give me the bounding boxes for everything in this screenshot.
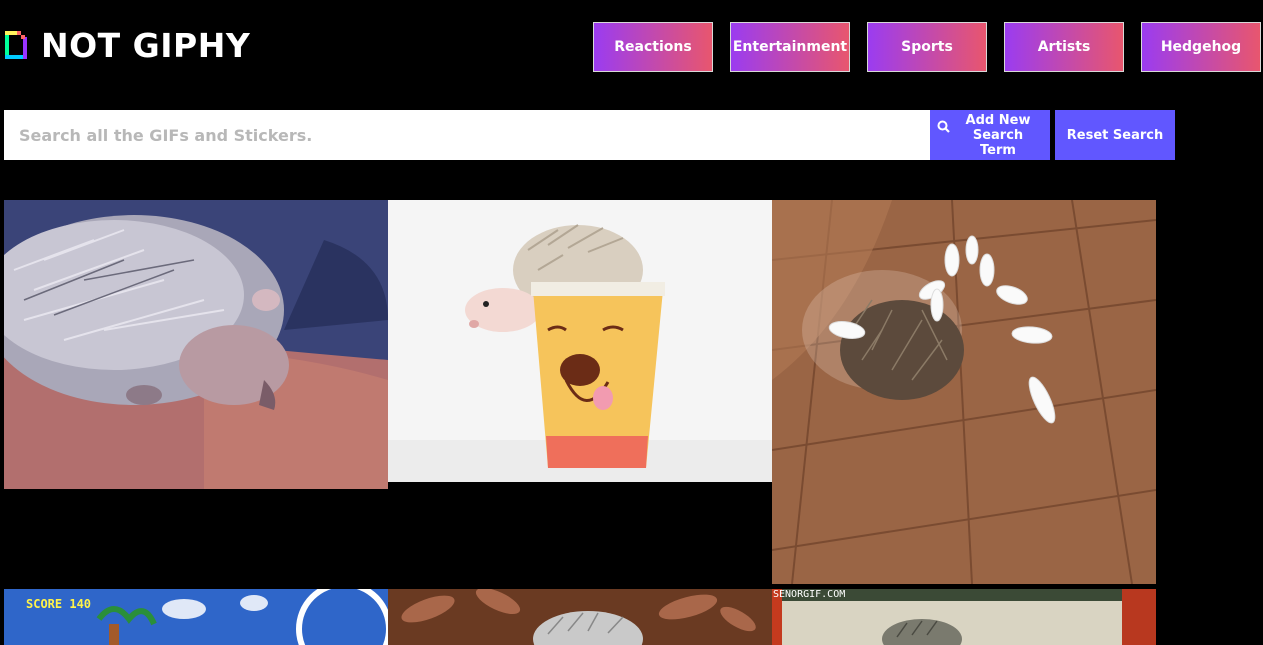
search-bar [4,110,930,160]
hedgehog-image [772,200,1156,584]
logo-text: NOT GIPHY [41,25,251,65]
gif-tile-hedgehog-senorgif[interactable]: SENORGIF.COM [772,589,1156,645]
category-nav: Reactions Entertainment Sports Artists H… [593,22,1263,72]
nav-button-reactions[interactable]: Reactions [593,22,713,72]
nav-button-artists[interactable]: Artists [1004,22,1124,72]
watermark-overlay: SENORGIF.COM [773,589,846,600]
nav-button-entertainment[interactable]: Entertainment [730,22,850,72]
gif-tile-hedgehog-cup[interactable] [388,200,772,482]
hedgehog-image [388,200,772,482]
nav-button-sports[interactable]: Sports [867,22,987,72]
hedgehog-image [4,200,388,489]
add-search-term-label: Add New Search Term [965,112,1031,158]
gif-tile-hedgehog-cartoon[interactable]: SCORE 140 [4,589,388,645]
search-input[interactable] [4,110,930,160]
logo[interactable]: NOT GIPHY [5,25,251,65]
header: NOT GIPHY Reactions Entertainment Sports… [0,0,1263,95]
add-search-term-button[interactable]: Add New Search Term [930,110,1050,160]
giphy-logo-icon [5,29,27,61]
gif-tile-hedgehog-bowling[interactable] [772,200,1156,584]
gif-tile-hedgehog-sniffing[interactable] [4,200,388,489]
nav-button-hedgehog[interactable]: Hedgehog [1141,22,1261,72]
reset-search-button[interactable]: Reset Search [1055,110,1175,160]
gif-tile-hedgehog-leaves[interactable] [388,589,772,645]
hedgehog-image [388,589,772,645]
score-overlay: SCORE 140 [26,597,92,611]
search-icon [937,120,950,137]
